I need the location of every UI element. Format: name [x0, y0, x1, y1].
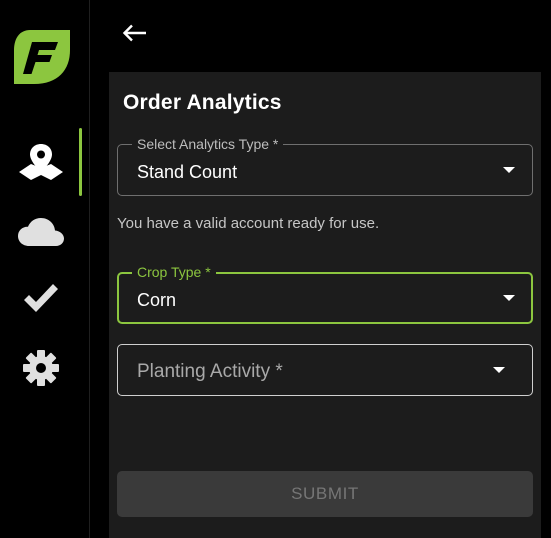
brand-logo[interactable]: [12, 28, 72, 86]
crop-type-select[interactable]: Crop Type * Corn: [117, 264, 533, 324]
order-analytics-panel: Order Analytics Select Analytics Type * …: [109, 72, 541, 538]
account-status-text: You have a valid account ready for use.: [117, 215, 380, 232]
cloud-icon: [17, 217, 65, 247]
planting-activity-select[interactable]: Planting Activity *: [117, 344, 533, 396]
sidebar-item-fields[interactable]: [0, 128, 82, 196]
gear-icon: [21, 348, 61, 388]
chevron-down-icon: [503, 167, 515, 173]
sidebar-item-weather[interactable]: [0, 206, 82, 258]
submit-button[interactable]: SUBMIT: [117, 471, 533, 517]
chevron-down-icon: [503, 295, 515, 301]
analytics-type-select[interactable]: Select Analytics Type * Stand Count: [117, 136, 533, 196]
map-pin-icon: [17, 142, 65, 182]
analytics-type-label: Select Analytics Type *: [132, 136, 284, 152]
crop-type-label: Crop Type *: [132, 264, 216, 280]
page-title: Order Analytics: [123, 91, 282, 114]
crop-type-value: Corn: [137, 290, 177, 310]
sidebar-item-tasks[interactable]: [0, 273, 82, 325]
sidebar-item-settings[interactable]: [0, 342, 82, 394]
arrow-left-icon: [122, 24, 148, 42]
analytics-type-value: Stand Count: [137, 162, 238, 182]
planting-activity-placeholder: Planting Activity *: [137, 361, 283, 382]
chevron-down-icon: [493, 367, 505, 373]
checkmark-icon: [21, 282, 61, 316]
sidebar: [0, 0, 90, 538]
back-button[interactable]: [120, 19, 150, 47]
